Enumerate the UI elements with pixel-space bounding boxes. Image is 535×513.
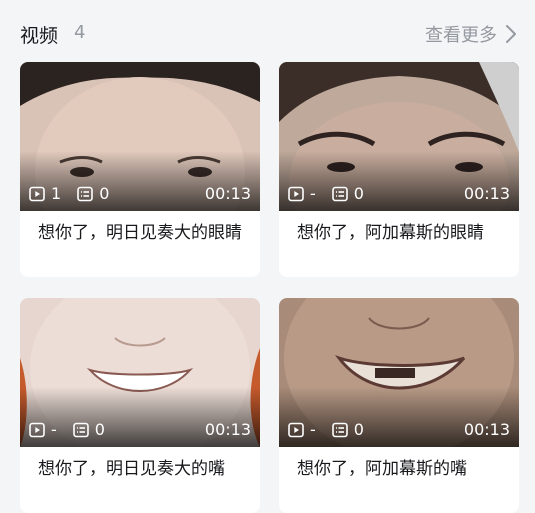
danmaku-icon (331, 422, 348, 437)
play-count: - (51, 420, 57, 439)
video-title: 想你了，阿加幕斯的眼睛 (297, 223, 484, 243)
video-duration: 00:13 (463, 420, 510, 439)
view-more-link[interactable]: 查看更多 (425, 21, 517, 47)
section-header: 视频 4 查看更多 (0, 0, 535, 66)
video-title: 想你了，明日见奏大的眼睛 (38, 223, 242, 243)
comment-count: 0 (353, 184, 364, 203)
danmaku-icon (77, 186, 93, 201)
video-card[interactable]: - 0 00:13 想你了，阿加幕斯的嘴 (279, 298, 519, 513)
video-stats: - 0 (29, 420, 105, 439)
video-card[interactable]: 1 0 00:13 想你了，明日见奏大的眼睛 (20, 62, 260, 277)
comment-count: 0 (94, 420, 105, 439)
video-thumbnail: 1 0 00:13 (20, 62, 260, 211)
danmaku-icon (331, 186, 348, 201)
danmaku-icon (72, 422, 89, 437)
video-thumbnail: - 0 00:13 (279, 298, 519, 447)
play-count: - (310, 420, 316, 439)
play-icon (288, 186, 304, 201)
video-duration: 00:13 (204, 184, 251, 203)
video-count: 4 (74, 22, 86, 43)
comment-count: 0 (99, 184, 110, 203)
video-duration: 00:13 (463, 184, 510, 203)
section-title: 视频 (20, 25, 59, 47)
play-icon (29, 186, 45, 201)
video-title: 想你了，明日见奏大的嘴 (38, 459, 225, 479)
video-thumbnail: - 0 00:13 (279, 62, 519, 211)
video-title: 想你了，阿加幕斯的嘴 (297, 459, 467, 479)
view-more-label: 查看更多 (425, 25, 497, 46)
video-card[interactable]: - 0 00:13 想你了，明日见奏大的嘴 (20, 298, 260, 513)
play-icon (288, 422, 304, 437)
video-thumbnail: - 0 00:13 (20, 298, 260, 447)
video-stats: - 0 (288, 184, 364, 203)
video-card[interactable]: - 0 00:13 想你了，阿加幕斯的眼睛 (279, 62, 519, 277)
video-stats: 1 0 (29, 184, 109, 203)
video-duration: 00:13 (204, 420, 251, 439)
play-count: 1 (51, 184, 62, 203)
play-icon (29, 422, 45, 437)
chevron-right-icon (506, 25, 516, 43)
play-count: - (310, 184, 316, 203)
comment-count: 0 (353, 420, 364, 439)
video-stats: - 0 (288, 420, 364, 439)
